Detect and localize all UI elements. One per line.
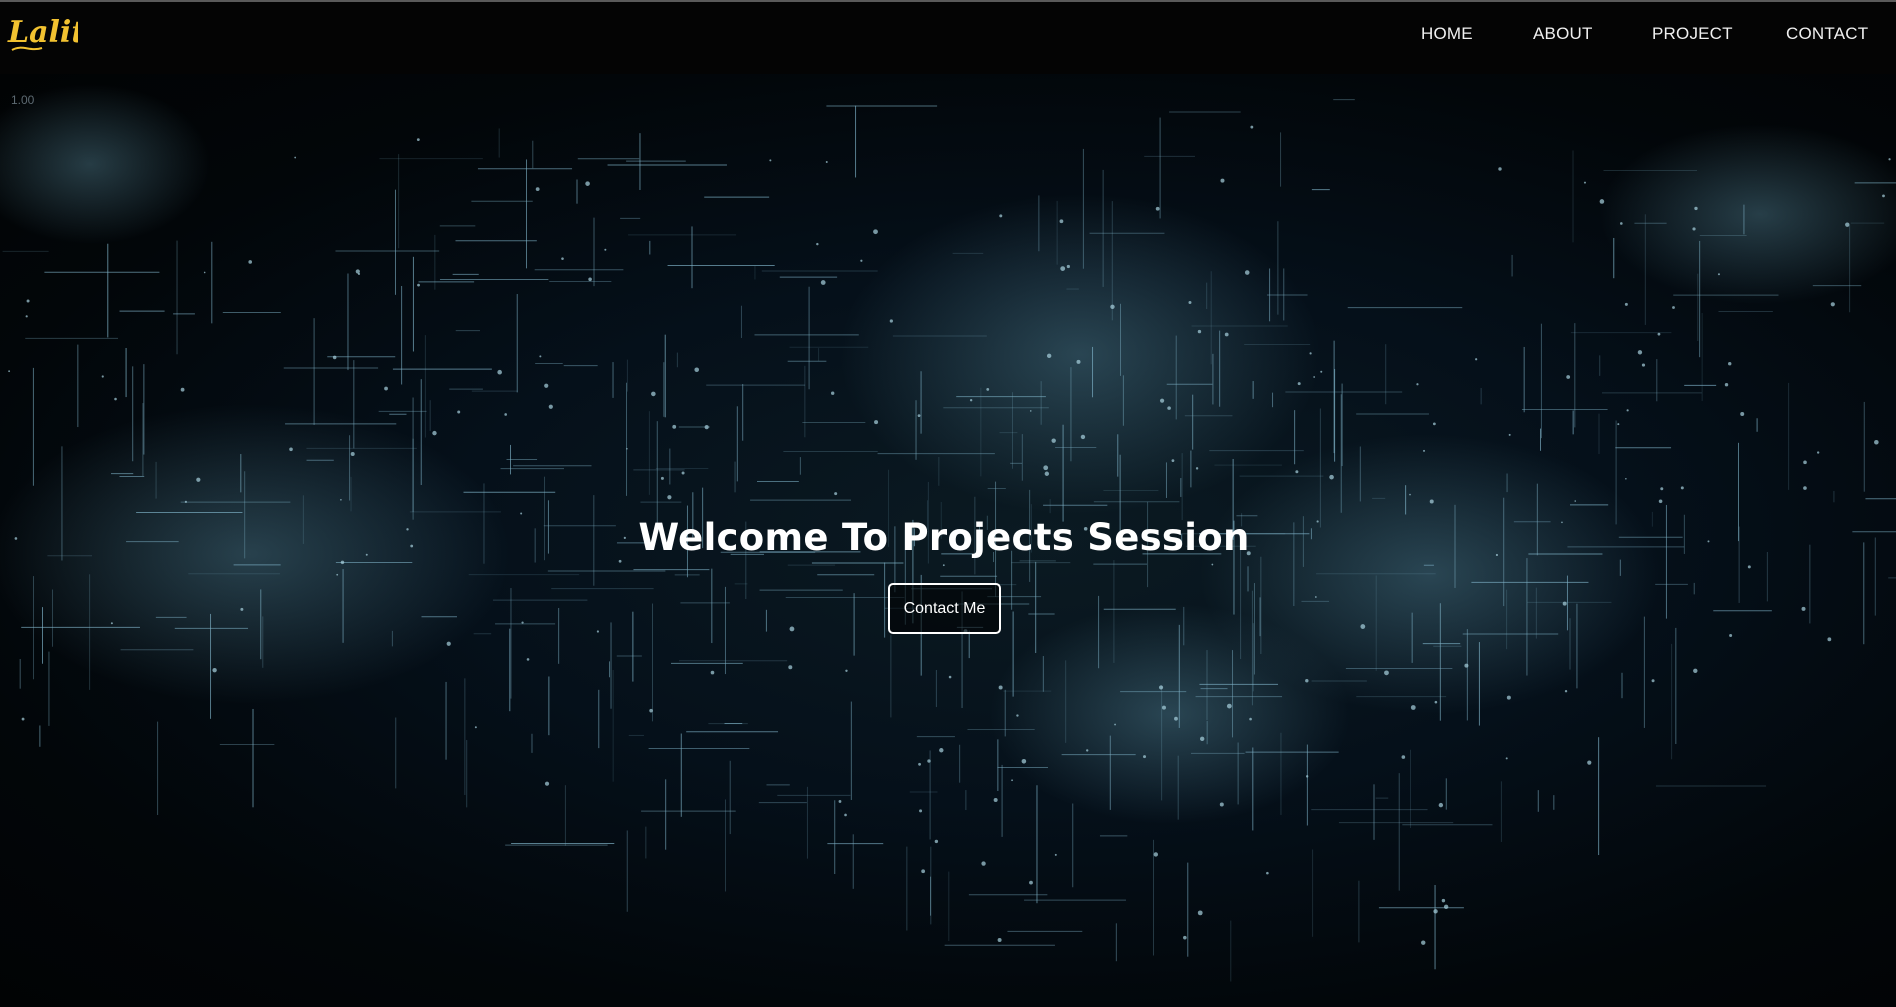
nav-contact[interactable]: CONTACT — [1786, 24, 1868, 44]
navbar: Lalit HOME ABOUT PROJECT CONTACT — [0, 2, 1896, 74]
logo-icon: Lalit — [7, 15, 85, 51]
nav-about[interactable]: ABOUT — [1533, 24, 1593, 44]
nav-project[interactable]: PROJECT — [1652, 24, 1733, 44]
nav-home[interactable]: HOME — [1421, 24, 1473, 44]
contact-me-button[interactable]: Contact Me — [888, 583, 1001, 634]
svg-text:Lalit: Lalit — [7, 15, 78, 50]
hero-title: Welcome To Projects Session — [638, 516, 1250, 559]
page: Lalit HOME ABOUT PROJECT CONTACT 1.00 We… — [0, 0, 1896, 1007]
version-label: 1.00 — [11, 93, 35, 107]
logo[interactable]: Lalit — [6, 8, 85, 60]
